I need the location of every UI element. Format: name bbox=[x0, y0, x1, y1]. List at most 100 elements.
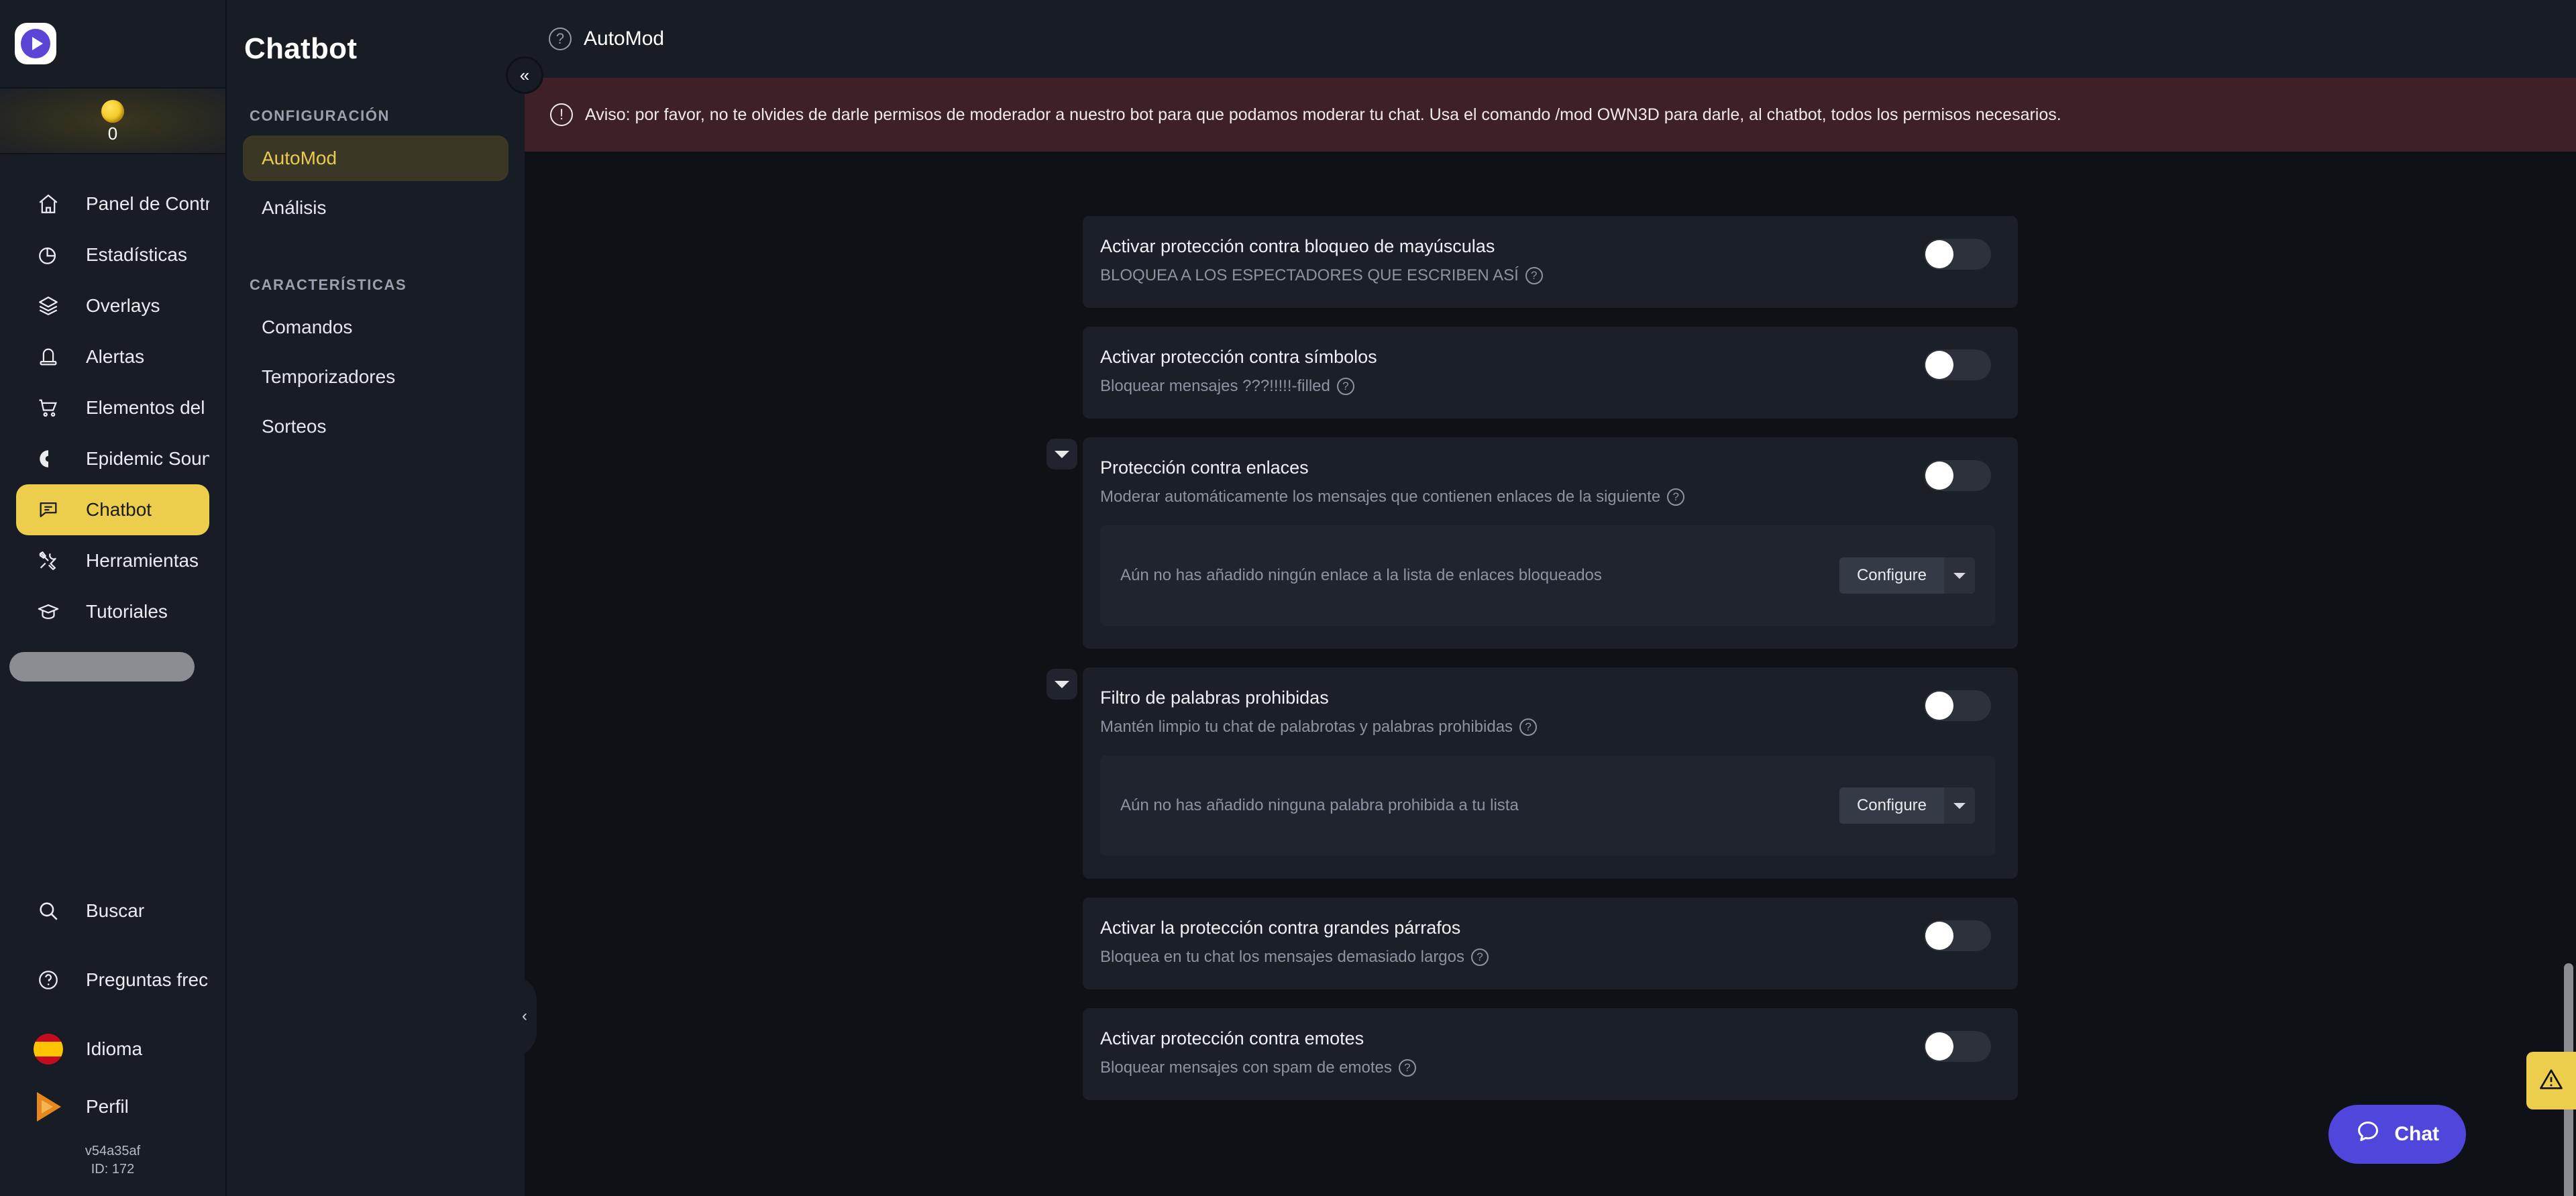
search-button[interactable]: Buscar bbox=[16, 882, 209, 940]
banned-words-panel: Aún no has añadido ninguna palabra prohi… bbox=[1100, 755, 1995, 856]
sidebar-loading-placeholder bbox=[9, 652, 195, 682]
setting-title: Filtro de palabras prohibidas bbox=[1100, 688, 1329, 708]
rail-nav: Panel de Control Estadísticas Overlays A… bbox=[0, 154, 225, 682]
setting-subtitle: Moderar automáticamente los mensajes que… bbox=[1100, 488, 1661, 506]
setting-toggle[interactable] bbox=[1924, 1031, 1991, 1062]
setting-subtitle: Bloquear mensajes con spam de emotes bbox=[1100, 1058, 1392, 1077]
main-content: ? AutoMod ! Aviso: por favor, no te olvi… bbox=[525, 0, 2576, 1196]
setting-toggle[interactable] bbox=[1924, 920, 1991, 951]
section-sidebar: Chatbot CONFIGURACIÓN AutoMod Análisis C… bbox=[227, 0, 543, 1196]
warning-tab-button[interactable] bbox=[2526, 1052, 2576, 1109]
app-version-info: v54a35af ID: 172 bbox=[0, 1136, 225, 1188]
setting-card-paragraph-protection: Activar la protección contra grandes pár… bbox=[1083, 898, 2018, 989]
spain-flag-icon bbox=[34, 1034, 63, 1065]
version-text: v54a35af bbox=[85, 1144, 141, 1158]
content-title: AutoMod bbox=[584, 28, 665, 50]
sidebar-item-panel-de-control[interactable]: Panel de Control bbox=[16, 178, 209, 229]
own3d-profile-icon bbox=[34, 1092, 63, 1122]
exclamation-circle-icon: ! bbox=[550, 103, 573, 126]
expand-collapse-button[interactable] bbox=[1046, 669, 1077, 700]
alert-lamp-icon bbox=[34, 345, 63, 368]
double-chevron-left-icon: « bbox=[519, 64, 530, 85]
sidebar-item-label: Tutoriales bbox=[86, 601, 168, 622]
chat-bubble-icon bbox=[34, 498, 63, 521]
sidebar-item-alertas[interactable]: Alertas bbox=[16, 331, 209, 382]
chat-support-button[interactable]: Chat bbox=[2328, 1105, 2466, 1164]
setting-row: Filtro de palabras prohibidas Mantén lim… bbox=[1046, 667, 2018, 879]
setting-toggle[interactable] bbox=[1924, 239, 1991, 270]
setting-card-banned-words: Filtro de palabras prohibidas Mantén lim… bbox=[1083, 667, 2018, 879]
sidebar-item-overlays[interactable]: Overlays bbox=[16, 280, 209, 331]
tools-icon bbox=[34, 549, 63, 572]
sidebar-item-herramientas[interactable]: Herramientas bbox=[16, 535, 209, 586]
setting-card-emote-protection: Activar protección contra emotes Bloquea… bbox=[1083, 1008, 2018, 1100]
faq-label: Preguntas frecuentes (FAQ) bbox=[86, 969, 209, 991]
setting-row: Activar protección contra emotes Bloquea… bbox=[1083, 1008, 2018, 1100]
chat-fab-label: Chat bbox=[2394, 1123, 2439, 1145]
language-label: Idioma bbox=[86, 1038, 143, 1059]
sidebar-item-estadisticas[interactable]: Estadísticas bbox=[16, 229, 209, 280]
gold-coin-icon bbox=[101, 99, 124, 123]
question-mark-icon[interactable]: ? bbox=[549, 28, 572, 50]
profile-label: Perfil bbox=[86, 1096, 129, 1117]
settings-list: Activar protección contra bloqueo de may… bbox=[525, 152, 2576, 1119]
configure-button[interactable]: Configure bbox=[1839, 787, 1944, 824]
configure-dropdown-toggle[interactable] bbox=[1944, 557, 1975, 594]
sidebar-item-comandos[interactable]: Comandos bbox=[243, 305, 508, 350]
graduation-cap-icon bbox=[34, 600, 63, 623]
sidebar-item-tutoriales[interactable]: Tutoriales bbox=[16, 586, 209, 637]
setting-subtitle: Bloquear mensajes ???!!!!!-filled bbox=[1100, 377, 1330, 395]
setting-row: Activar la protección contra grandes pár… bbox=[1083, 898, 2018, 989]
content-header: ? AutoMod bbox=[525, 0, 2576, 78]
language-button[interactable]: Idioma bbox=[16, 1020, 209, 1078]
moderator-permission-notice: ! Aviso: por favor, no te olvides de dar… bbox=[525, 78, 2576, 152]
coin-balance-panel[interactable]: 0 bbox=[0, 87, 225, 154]
empty-state-text: Aún no has añadido ningún enlace a la li… bbox=[1120, 566, 1602, 584]
setting-toggle[interactable] bbox=[1924, 460, 1991, 491]
faq-button[interactable]: Preguntas frecuentes (FAQ) bbox=[16, 940, 209, 1020]
shopping-cart-icon bbox=[34, 396, 63, 419]
setting-title: Activar protección contra emotes bbox=[1100, 1028, 1364, 1048]
sidebar-group-label-configuracion: CONFIGURACIÓN bbox=[250, 107, 390, 124]
help-icon[interactable]: ? bbox=[1398, 1059, 1416, 1077]
sidebar-item-elementos-del-stream[interactable]: Elementos del strea bbox=[16, 382, 209, 433]
page-scrollbar[interactable] bbox=[2561, 78, 2576, 1196]
setting-card-symbol-protection: Activar protección contra símbolos Bloqu… bbox=[1083, 327, 2018, 419]
configure-button[interactable]: Configure bbox=[1839, 557, 1944, 594]
help-icon[interactable]: ? bbox=[1667, 488, 1685, 506]
sidebar-item-epidemic-sound[interactable]: Epidemic Sound bbox=[16, 433, 209, 484]
setting-toggle[interactable] bbox=[1924, 690, 1991, 721]
expand-collapse-button[interactable] bbox=[1046, 439, 1077, 470]
sidebar-item-label: Epidemic Sound bbox=[86, 448, 209, 469]
help-icon[interactable]: ? bbox=[1471, 948, 1489, 966]
help-icon[interactable]: ? bbox=[1519, 718, 1538, 736]
sidebar-item-label: Overlays bbox=[86, 295, 160, 316]
setting-row: Activar protección contra símbolos Bloqu… bbox=[1083, 327, 2018, 419]
search-icon bbox=[34, 900, 63, 922]
user-id-text: ID: 172 bbox=[91, 1162, 135, 1177]
sidebar-item-chatbot[interactable]: Chatbot bbox=[16, 484, 209, 535]
help-icon[interactable]: ? bbox=[1525, 267, 1543, 284]
page-title: Chatbot bbox=[244, 32, 358, 65]
setting-toggle[interactable] bbox=[1924, 349, 1991, 380]
icon-sidebar: 0 Panel de Control Estadísticas Overlays bbox=[0, 0, 227, 1196]
setting-title: Activar la protección contra grandes pár… bbox=[1100, 918, 1461, 938]
setting-subtitle: Bloquea en tu chat los mensajes demasiad… bbox=[1100, 948, 1464, 966]
setting-row: Activar protección contra bloqueo de may… bbox=[1083, 216, 2018, 308]
empty-state-text: Aún no has añadido ninguna palabra prohi… bbox=[1120, 796, 1519, 814]
sidebar-item-sorteos[interactable]: Sorteos bbox=[243, 404, 508, 449]
notice-text: Aviso: por favor, no te olvides de darle… bbox=[585, 105, 2061, 124]
chevron-down-icon bbox=[1953, 802, 1966, 809]
epidemic-sound-icon bbox=[34, 447, 63, 470]
sidebar-item-analisis[interactable]: Análisis bbox=[243, 185, 508, 231]
configure-split-button: Configure bbox=[1839, 787, 1975, 824]
sidebar-edge-toggle[interactable]: ‹ bbox=[513, 976, 537, 1056]
configure-dropdown-toggle[interactable] bbox=[1944, 787, 1975, 824]
sidebar-collapse-button[interactable]: « bbox=[506, 56, 543, 94]
help-icon[interactable]: ? bbox=[1336, 378, 1354, 395]
sidebar-item-automod[interactable]: AutoMod bbox=[243, 135, 508, 181]
sidebar-item-label: Estadísticas bbox=[86, 244, 187, 265]
sidebar-item-temporizadores[interactable]: Temporizadores bbox=[243, 354, 508, 400]
profile-button[interactable]: Perfil bbox=[16, 1078, 209, 1136]
app-logo[interactable] bbox=[0, 0, 225, 87]
